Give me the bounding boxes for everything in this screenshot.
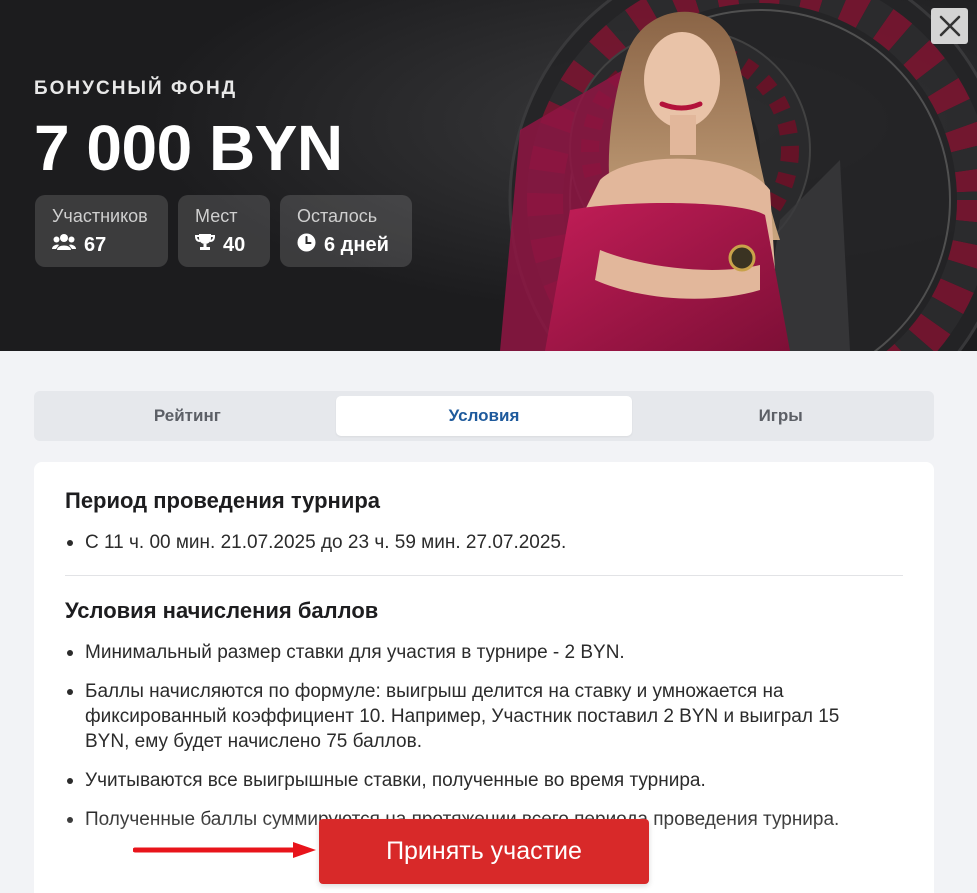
tab-conditions[interactable]: Условия (335, 396, 633, 436)
scoring-list: Минимальный размер ставки для участия в … (65, 640, 903, 832)
section-title-scoring: Условия начисления баллов (65, 598, 379, 623)
tab-games[interactable]: Игры (632, 396, 929, 436)
trophy-icon (194, 233, 216, 257)
bonus-fund-amount: 7 000 BYN (34, 112, 343, 184)
bonus-fund-label: БОНУСНЫЙ ФОНД (34, 78, 238, 99)
join-tournament-button[interactable]: Принять участие (319, 819, 649, 884)
stat-remaining-label: Осталось (297, 206, 378, 226)
period-list: С 11 ч. 00 мин. 21.07.2025 до 23 ч. 59 м… (65, 530, 903, 555)
tab-rating[interactable]: Рейтинг (39, 396, 336, 436)
close-button[interactable] (931, 8, 968, 44)
list-item: Минимальный размер ставки для участия в … (65, 640, 903, 665)
clock-icon (297, 233, 316, 258)
stat-places-label: Мест (195, 206, 238, 226)
stat-places-value: 40 (223, 233, 246, 256)
stat-participants-label: Участников (52, 206, 148, 226)
users-icon (52, 233, 76, 257)
hero-banner: БОНУСНЫЙ ФОНД 7 000 BYN Участников 67 Ме… (0, 0, 977, 351)
stat-participants-value: 67 (84, 233, 107, 256)
stat-remaining: Осталось 6 дней (280, 195, 412, 267)
list-item: С 11 ч. 00 мин. 21.07.2025 до 23 ч. 59 м… (65, 530, 903, 555)
list-item: Учитываются все выигрышные ставки, получ… (65, 768, 903, 793)
tournament-tabs: Рейтинг Условия Игры (34, 391, 934, 441)
close-icon (939, 15, 960, 37)
section-title-period: Период проведения турнира (65, 488, 381, 513)
stat-places: Мест 40 (178, 195, 270, 267)
tournament-stats: Участников 67 Мест 40 Осталось 6 дней (35, 195, 412, 267)
stat-remaining-value: 6 дней (324, 234, 389, 256)
stat-participants: Участников 67 (35, 195, 168, 267)
section-divider (65, 575, 903, 576)
list-item: Баллы начисляются по формуле: выигрыш де… (65, 679, 845, 754)
arrow-pointer-icon (133, 842, 316, 858)
